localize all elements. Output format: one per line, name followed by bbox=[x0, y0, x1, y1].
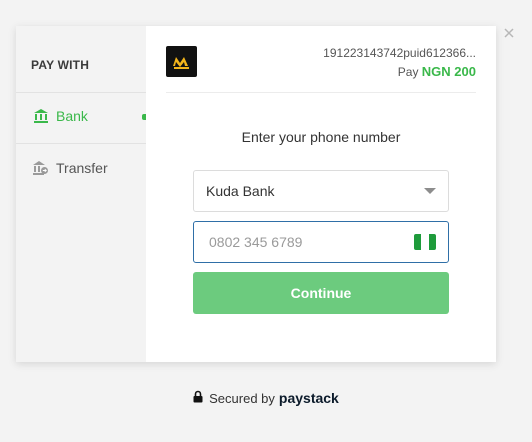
nigeria-flag-icon bbox=[414, 234, 436, 250]
main-panel: 191223143742puid612366... Pay NGN 200 En… bbox=[146, 26, 496, 362]
sidebar-item-label: Bank bbox=[56, 108, 88, 124]
phone-field[interactable] bbox=[193, 221, 449, 263]
sidebar: PAY WITH Bank Transfer bbox=[16, 26, 146, 362]
payment-modal: PAY WITH Bank Transfer 191223143742puid6… bbox=[16, 26, 496, 362]
secured-text: Secured by bbox=[209, 390, 275, 406]
pay-amount-line: Pay NGN 200 bbox=[398, 64, 476, 79]
phone-input[interactable] bbox=[209, 234, 399, 250]
form-heading: Enter your phone number bbox=[241, 129, 401, 145]
sidebar-item-bank[interactable]: Bank bbox=[16, 92, 146, 140]
divider bbox=[166, 92, 476, 93]
close-icon[interactable] bbox=[502, 26, 516, 40]
merchant-logo bbox=[166, 46, 197, 77]
sidebar-item-label: Transfer bbox=[56, 160, 108, 176]
bank-select[interactable]: Kuda Bank bbox=[193, 170, 449, 212]
pay-amount: NGN 200 bbox=[421, 64, 476, 79]
pay-prefix: Pay bbox=[397, 65, 419, 79]
continue-button[interactable]: Continue bbox=[193, 272, 449, 314]
secured-footer: Secured by paystack bbox=[0, 390, 532, 406]
bank-icon bbox=[32, 108, 49, 125]
bank-select-value: Kuda Bank bbox=[206, 183, 275, 199]
sidebar-item-transfer[interactable]: Transfer bbox=[16, 144, 146, 192]
chevron-down-icon bbox=[424, 188, 436, 194]
paystack-logo[interactable]: paystack bbox=[279, 390, 339, 406]
merchant-reference: 191223143742puid612366... bbox=[323, 46, 476, 60]
transfer-icon bbox=[32, 160, 49, 177]
sidebar-title: PAY WITH bbox=[31, 58, 90, 72]
lock-icon bbox=[193, 390, 203, 406]
